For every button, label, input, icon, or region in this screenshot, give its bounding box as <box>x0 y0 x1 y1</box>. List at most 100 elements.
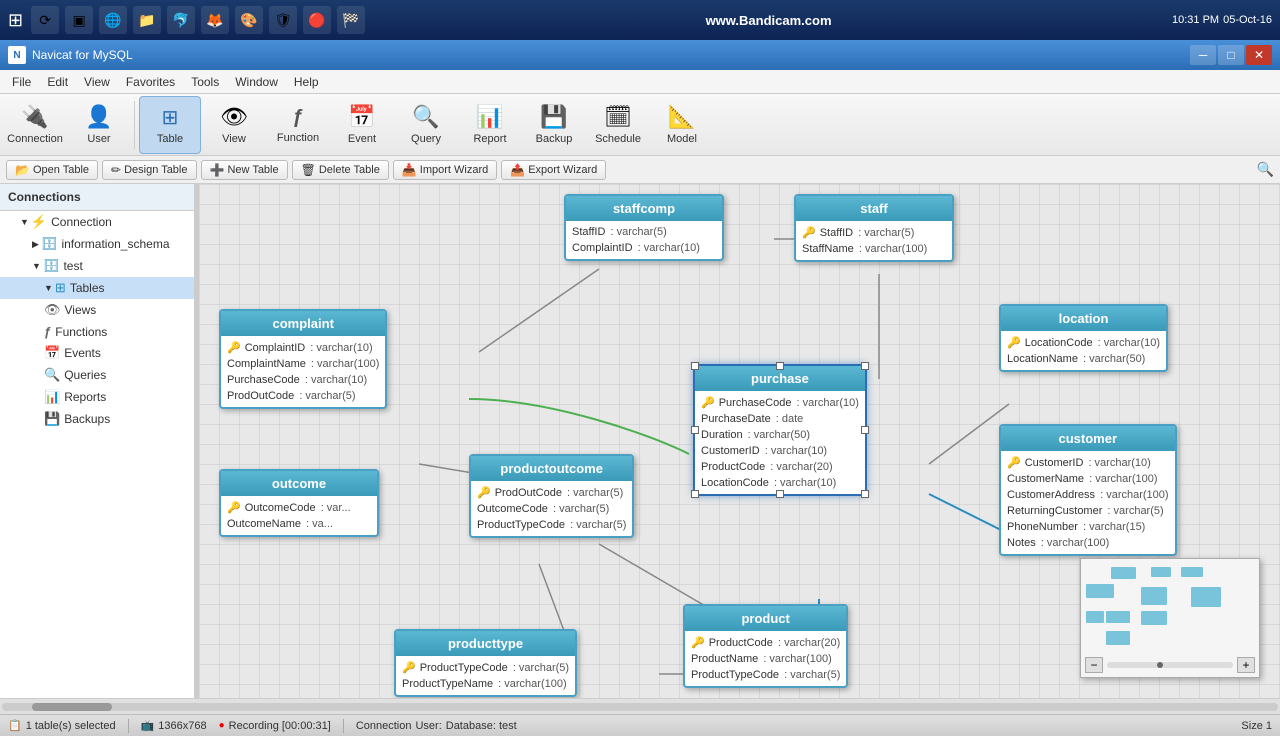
resize-handle-ml[interactable] <box>691 426 699 434</box>
taskbar-icon-paint[interactable]: 🎨 <box>235 6 263 34</box>
table-row: 🔑ProductTypeCode : varchar(5) <box>396 659 575 676</box>
search-icon[interactable]: 🔍 <box>1257 161 1274 178</box>
tool-backup[interactable]: 💾 Backup <box>523 96 585 154</box>
view-icon: 👁 <box>220 104 248 130</box>
tool-user[interactable]: 👤 User <box>68 96 130 154</box>
er-table-location[interactable]: location 🔑LocationCode : varchar(10) Loc… <box>999 304 1168 372</box>
er-table-purchase[interactable]: purchase 🔑PurchaseCode : varchar(10) Pur… <box>693 364 867 496</box>
resize-handle-tr[interactable] <box>861 362 869 370</box>
menu-edit[interactable]: Edit <box>39 73 76 91</box>
tool-function[interactable]: ƒ Function <box>267 96 329 154</box>
taskbar-icon-red[interactable]: 🔴 <box>303 6 331 34</box>
open-table-button[interactable]: 📂 Open Table <box>6 160 98 180</box>
selection-text: 1 table(s) selected <box>26 720 116 732</box>
table-row: 🔑CustomerID : varchar(10) <box>1001 454 1175 471</box>
er-table-staffcomp[interactable]: staffcomp StaffID : varchar(5) Complaint… <box>564 194 724 261</box>
resize-handle-bl[interactable] <box>691 490 699 498</box>
taskbar-icon-dolphin[interactable]: 🐬 <box>167 6 195 34</box>
tool-query[interactable]: 🔍 Query <box>395 96 457 154</box>
taskbar: ⊞ ⟳ ▣ 🌐 📁 🐬 🦊 🎨 🛡 🔴 🏁 www.Bandicam.com 1… <box>0 0 1280 40</box>
sidebar-item-test[interactable]: ▼ 🗄 test <box>0 255 194 277</box>
menu-view[interactable]: View <box>76 73 118 91</box>
query-label: Query <box>411 133 441 145</box>
delete-table-label: Delete Table <box>319 164 380 176</box>
sidebar-item-information-schema[interactable]: ▶ 🗄 information_schema <box>0 233 194 255</box>
tool-event[interactable]: 📅 Event <box>331 96 393 154</box>
events-label: Events <box>64 346 101 360</box>
tool-connection[interactable]: 🔌 Connection <box>4 96 66 154</box>
information-schema-label: information_schema <box>61 237 169 251</box>
er-table-staff[interactable]: staff 🔑StaffID : varchar(5) StaffName : … <box>794 194 954 262</box>
diagram-canvas[interactable]: staffcomp StaffID : varchar(5) Complaint… <box>199 184 1280 698</box>
er-table-productoutcome[interactable]: productoutcome 🔑ProdOutCode : varchar(5)… <box>469 454 634 538</box>
er-table-producttype[interactable]: producttype 🔑ProductTypeCode : varchar(5… <box>394 629 577 697</box>
tool-schedule[interactable]: 🗓 Schedule <box>587 96 649 154</box>
resize-handle-bm[interactable] <box>776 490 784 498</box>
close-button[interactable]: ✕ <box>1246 45 1272 65</box>
sidebar-item-events[interactable]: 📅 Events <box>0 342 194 364</box>
er-table-outcome[interactable]: outcome 🔑OutcomeCode : var... OutcomeNam… <box>219 469 379 537</box>
backups-label: Backups <box>64 412 110 426</box>
zoom-slider-thumb[interactable] <box>1157 662 1163 668</box>
zoom-out-button[interactable]: − <box>1085 657 1103 673</box>
tool-view[interactable]: 👁 View <box>203 96 265 154</box>
tool-report[interactable]: 📊 Report <box>459 96 521 154</box>
mini-table-8 <box>1106 611 1130 623</box>
menu-tools[interactable]: Tools <box>183 73 227 91</box>
table-row: PurchaseCode : varchar(10) <box>221 372 385 388</box>
menu-help[interactable]: Help <box>286 73 327 91</box>
er-table-customer[interactable]: customer 🔑CustomerID : varchar(10) Custo… <box>999 424 1177 556</box>
minimize-button[interactable]: ─ <box>1190 45 1216 65</box>
zoom-in-button[interactable]: + <box>1237 657 1255 673</box>
export-wizard-label: Export Wizard <box>528 164 597 176</box>
taskbar-icon-flag[interactable]: 🏁 <box>337 6 365 34</box>
er-table-complaint[interactable]: complaint 🔑ComplaintID : varchar(10) Com… <box>219 309 387 409</box>
table-row: 🔑LocationCode : varchar(10) <box>1001 334 1166 351</box>
new-table-button[interactable]: ➕ New Table <box>201 160 288 180</box>
sidebar-item-connection[interactable]: ▼ ⚡ Connection <box>0 211 194 233</box>
taskbar-icon-firefox[interactable]: 🦊 <box>201 6 229 34</box>
scroll-thumb[interactable] <box>32 703 112 711</box>
queries-label: Queries <box>64 368 106 382</box>
import-wizard-button[interactable]: 📥 Import Wizard <box>393 160 497 180</box>
maximize-button[interactable]: □ <box>1218 45 1244 65</box>
sidebar-item-reports[interactable]: 📊 Reports <box>0 386 194 408</box>
app-title: Navicat for MySQL <box>32 48 1190 62</box>
tables-icon: ⊞ <box>55 280 66 296</box>
export-wizard-button[interactable]: 📤 Export Wizard <box>501 160 606 180</box>
delete-table-button[interactable]: 🗑 Delete Table <box>292 160 389 180</box>
sidebar-item-backups[interactable]: 💾 Backups <box>0 408 194 430</box>
menu-file[interactable]: File <box>4 73 39 91</box>
taskbar-icon-shield[interactable]: 🛡 <box>269 6 297 34</box>
design-table-button[interactable]: ✏ Design Table <box>102 160 196 180</box>
staffcomp-header: staffcomp <box>566 196 722 221</box>
table-row: ComplaintID : varchar(10) <box>566 240 722 256</box>
menu-favorites[interactable]: Favorites <box>118 73 183 91</box>
horizontal-scrollbar[interactable] <box>0 698 1280 714</box>
sidebar-item-queries[interactable]: 🔍 Queries <box>0 364 194 386</box>
er-table-product[interactable]: product 🔑ProductCode : varchar(20) Produ… <box>683 604 848 688</box>
resize-handle-br[interactable] <box>861 490 869 498</box>
model-icon: 📐 <box>668 104 695 130</box>
sidebar-item-views[interactable]: 👁 Views <box>0 299 194 321</box>
resize-handle-tm[interactable] <box>776 362 784 370</box>
taskbar-icon-2[interactable]: ▣ <box>65 6 93 34</box>
size-label: Size 1 <box>1241 720 1272 732</box>
table-row: PurchaseDate : date <box>695 411 865 427</box>
taskbar-icon-folder[interactable]: 📁 <box>133 6 161 34</box>
sidebar-item-tables[interactable]: ▼ ⊞ Tables <box>0 277 194 299</box>
connection-icon: 🔌 <box>21 104 48 130</box>
table-row: ProductTypeCode : varchar(5) <box>685 667 846 683</box>
event-label: Event <box>348 133 376 145</box>
sidebar-item-functions[interactable]: ƒ Functions <box>0 321 194 342</box>
user-icon: 👤 <box>85 104 112 130</box>
menu-window[interactable]: Window <box>227 73 286 91</box>
tool-table[interactable]: ⊞ Table <box>139 96 201 154</box>
taskbar-icon-1[interactable]: ⟳ <box>31 6 59 34</box>
design-table-label: Design Table <box>124 164 187 176</box>
resize-handle-mr[interactable] <box>861 426 869 434</box>
tool-model[interactable]: 📐 Model <box>651 96 713 154</box>
resize-handle-tl[interactable] <box>691 362 699 370</box>
windows-start-icon[interactable]: ⊞ <box>8 10 23 31</box>
taskbar-icon-ie[interactable]: 🌐 <box>99 6 127 34</box>
